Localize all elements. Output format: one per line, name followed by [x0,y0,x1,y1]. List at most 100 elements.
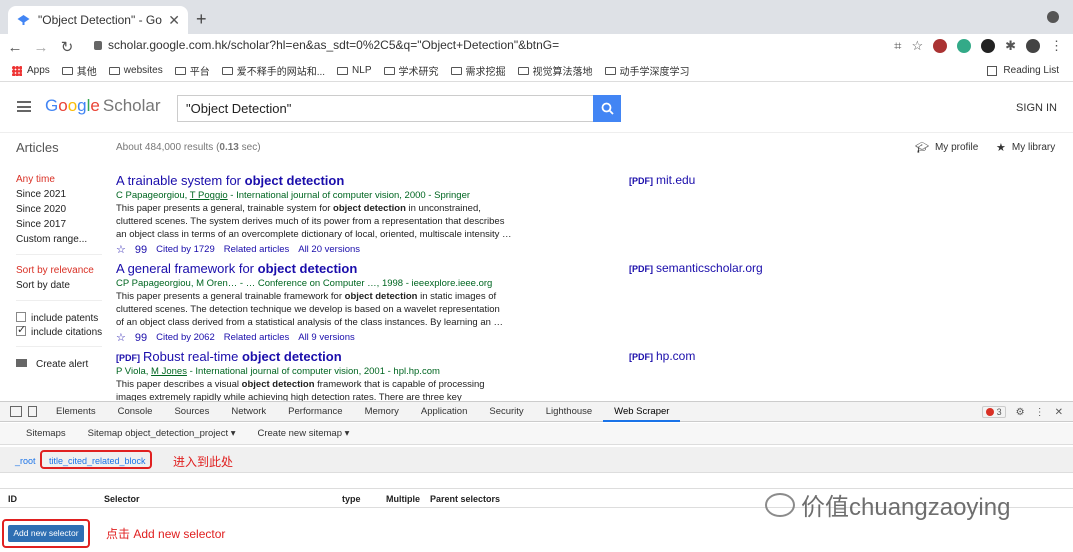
all-versions-link[interactable]: All 9 versions [298,332,355,343]
all-versions-link[interactable]: All 20 versions [298,244,360,255]
breadcrumb-current-selector[interactable]: title_cited_related_block [40,450,152,469]
sort-by-relevance[interactable]: Sort by relevance [16,265,94,276]
translate-icon[interactable]: ⌗ [894,38,901,54]
save-star-icon[interactable]: ☆ [116,331,126,344]
include-patents-checkbox[interactable]: include patents [16,312,98,324]
address-bar[interactable]: scholar.google.com.hk/scholar?hl=en&as_s… [94,38,559,52]
inspect-element-icon[interactable] [10,406,22,417]
result-title-link[interactable]: A general framework for object detection [116,261,516,276]
extension-icon[interactable] [933,39,948,53]
tab-lighthouse[interactable]: Lighthouse [535,402,603,422]
device-toolbar-icon[interactable] [28,406,37,417]
filter-since-2021[interactable]: Since 2021 [16,189,66,200]
include-citations-checkbox[interactable]: include citations [16,323,102,338]
more-options-icon[interactable]: ⋮ [1035,407,1045,418]
result-actions: ☆ 99 Cited by 1729 Related articles All … [116,243,516,257]
search-button[interactable] [593,95,621,122]
tab-elements[interactable]: Elements [45,402,107,422]
filter-custom-range[interactable]: Custom range... [16,234,87,245]
close-devtools-icon[interactable]: ✕ [1055,407,1063,418]
settings-gear-icon[interactable]: ⚙ [1016,407,1025,418]
results-count: About 484,000 results (0.13 sec) [116,142,261,153]
pdf-link[interactable]: [PDF] mit.edu [629,173,695,187]
tab-security[interactable]: Security [478,402,534,422]
articles-label: Articles [16,140,59,155]
author-link[interactable]: T Poggio [190,190,228,201]
column-header: ID [8,494,17,504]
save-star-icon[interactable]: ☆ [116,243,126,256]
create-sitemap-dropdown[interactable]: Create new sitemap ▾ [258,428,350,439]
tab-performance[interactable]: Performance [277,402,353,422]
tab-network[interactable]: Network [220,402,277,422]
extension-icon[interactable] [981,39,996,53]
related-articles-link[interactable]: Related articles [224,332,289,343]
filter-any-time[interactable]: Any time [16,174,55,185]
sitemap-dropdown[interactable]: Sitemap object_detection_project ▾ [88,428,236,439]
scholar-favicon-icon [16,13,30,27]
tab-memory[interactable]: Memory [354,402,410,422]
author-link[interactable]: M Jones [151,366,187,377]
result-title-link[interactable]: A trainable system for object detection [116,173,516,188]
add-new-selector-button[interactable]: Add new selector [8,525,84,542]
error-count-badge[interactable]: 3 [981,406,1006,418]
back-icon[interactable]: ← [4,39,26,56]
sitemaps-menu[interactable]: Sitemaps [26,428,66,439]
search-input[interactable]: "Object Detection" [177,95,593,122]
forward-icon[interactable]: → [30,39,52,56]
bookmark-apps[interactable]: Apps [12,65,50,76]
bookmark-folder[interactable]: websites [108,65,163,76]
menu-icon[interactable] [17,101,31,112]
my-profile-link[interactable]: 🎓︎ My profile [915,141,978,154]
bookmark-star-icon[interactable]: ☆ [911,38,923,54]
bookmark-folder[interactable]: 视觉算法落地 [517,63,593,78]
result-title-link[interactable]: [PDF] Robust real-time object detection [116,349,516,364]
column-header: Selector [104,494,140,504]
create-alert-button[interactable]: Create alert [16,359,88,370]
bookmark-folder[interactable]: 动手学深度学习 [604,63,690,78]
browser-tab[interactable]: "Object Detection" - Google Sc ✕ [8,6,188,34]
filter-since-2020[interactable]: Since 2020 [16,204,66,215]
divider [16,346,102,347]
browser-menu-icon[interactable]: ⋮ [1050,38,1063,54]
tab-web-scraper[interactable]: Web Scraper [603,402,681,422]
bookmark-folder[interactable]: 爱不释手的网站和... [221,63,325,78]
wechat-icon [765,492,795,517]
folder-icon [221,66,233,75]
sign-in-button[interactable]: SIGN IN [1016,102,1057,114]
filter-since-2017[interactable]: Since 2017 [16,219,66,230]
sort-by-date[interactable]: Sort by date [16,280,70,291]
tab-title: "Object Detection" - Google Sc [38,13,162,27]
close-tab-icon[interactable]: ✕ [168,12,180,29]
bookmark-folder[interactable]: 平台 [174,63,210,78]
bookmark-folder[interactable]: 其他 [61,63,97,78]
scholar-logo[interactable]: Google Scholar [45,96,161,116]
lock-icon [94,41,102,51]
reading-list-button[interactable]: Reading List [987,65,1059,76]
tab-strip: "Object Detection" - Google Sc ✕ + [0,0,1073,34]
reload-icon[interactable]: ↻ [56,38,78,56]
bookmark-folder[interactable]: 需求挖掘 [450,63,506,78]
search-result: [PDF] Robust real-time object detection P… [116,349,516,404]
cited-by-link[interactable]: Cited by 2062 [156,332,215,343]
column-header: Parent selectors [430,494,501,504]
search-result: A general framework for object detection… [116,261,516,344]
cited-by-link[interactable]: Cited by 1729 [156,244,215,255]
bookmark-folder[interactable]: NLP [337,65,372,76]
profile-avatar[interactable] [1026,39,1040,53]
pdf-link[interactable]: [PDF] hp.com [629,349,695,363]
tab-sources[interactable]: Sources [163,402,220,422]
breadcrumb-root[interactable]: _root [15,456,36,466]
tab-application[interactable]: Application [410,402,478,422]
scholar-header: Google Scholar "Object Detection" SIGN IN [0,82,1073,132]
extension-icon[interactable] [957,39,972,53]
new-tab-button[interactable]: + [196,9,207,30]
related-articles-link[interactable]: Related articles [224,244,289,255]
pdf-link[interactable]: [PDF] semanticscholar.org [629,261,763,275]
tab-console[interactable]: Console [107,402,164,422]
tab-search-icon[interactable] [1047,11,1059,23]
my-library-link[interactable]: ★ My library [996,141,1055,154]
cite-quote-icon[interactable]: 99 [135,244,147,256]
extensions-puzzle-icon[interactable]: ✱ [1005,38,1016,54]
cite-quote-icon[interactable]: 99 [135,332,147,344]
bookmark-folder[interactable]: 学术研究 [383,63,439,78]
